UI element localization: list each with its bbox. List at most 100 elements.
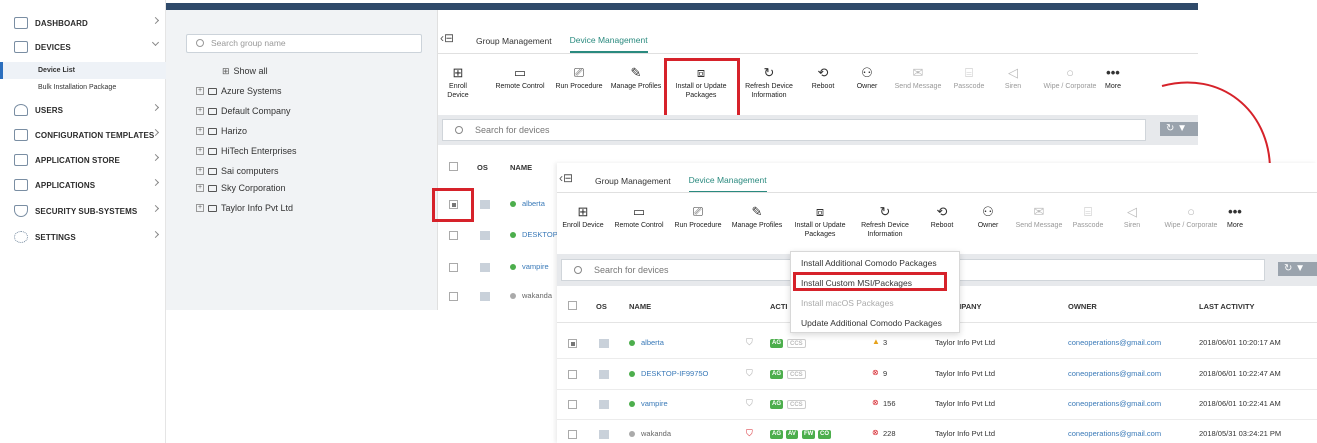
expand-icon[interactable]: + (196, 107, 204, 115)
more-button[interactable]: ••• More (1100, 66, 1126, 92)
tab-group-management[interactable]: Group Management (476, 36, 552, 52)
row-checkbox[interactable] (568, 339, 577, 348)
manage-profiles-button[interactable]: ✎ Manage Profiles (729, 205, 785, 231)
column-name[interactable]: NAME (629, 302, 651, 311)
column-actions[interactable]: ACTI (770, 302, 788, 311)
run-procedure-button[interactable]: ⎚ Run Procedure (671, 205, 725, 231)
remote-control-button[interactable]: ▭ Remote Control (492, 66, 548, 92)
expand-icon[interactable]: + (196, 87, 204, 95)
expand-icon[interactable]: + (196, 184, 204, 192)
send-message-button[interactable]: ✉ Send Message (893, 66, 943, 92)
owner-link[interactable]: coneoperations@gmail.com (1068, 399, 1161, 408)
enroll-device-button[interactable]: ⊞ Enroll Device (440, 66, 476, 100)
manage-profiles-button[interactable]: ✎ Manage Profiles (609, 66, 663, 92)
menu-item-update-comodo[interactable]: Update Additional Comodo Packages (801, 318, 942, 328)
column-os[interactable]: OS (596, 302, 607, 311)
device-link[interactable]: vampire (641, 399, 668, 408)
device-link[interactable]: vampire (522, 262, 549, 271)
sidebar-item-users[interactable]: USERS (0, 99, 166, 121)
group-item[interactable]: + Sky Corporation (196, 180, 286, 196)
group-item[interactable]: + HiTech Enterprises (196, 143, 297, 159)
collapse-tree-icon[interactable]: ‹⊟ (440, 31, 454, 45)
column-os[interactable]: OS (477, 163, 488, 172)
refresh-filter-toolbar[interactable]: ↻ ▼ (1278, 262, 1317, 276)
row-checkbox[interactable] (568, 430, 577, 439)
select-all-checkbox[interactable] (568, 301, 577, 310)
enroll-device-button[interactable]: ⊞ Enroll Device (561, 205, 605, 231)
device-link[interactable]: alberta (522, 199, 545, 208)
select-all-checkbox[interactable] (449, 162, 458, 171)
show-all-groups[interactable]: ⊞ Show all (222, 63, 268, 79)
remote-control-button[interactable]: ▭ Remote Control (611, 205, 667, 231)
send-message-button[interactable]: ✉ Send Message (1012, 205, 1066, 231)
group-item[interactable]: + Harizo (196, 123, 247, 139)
expand-icon[interactable]: + (196, 204, 204, 212)
row-checkbox[interactable] (449, 263, 458, 272)
sidebar-subitem-device-list[interactable]: Device List (0, 62, 166, 79)
install-update-packages-button[interactable]: ⧈ Install or Update Packages (791, 205, 849, 239)
menu-item-install-macos[interactable]: Install macOS Packages (801, 298, 894, 308)
alert-count[interactable]: 3 (883, 338, 887, 347)
device-link[interactable]: DESKTOP-IF9975O (641, 369, 708, 378)
sidebar-item-application-store[interactable]: APPLICATION STORE (0, 149, 166, 171)
reboot-button[interactable]: ⟲ Reboot (808, 66, 838, 92)
alert-count[interactable]: 228 (883, 429, 896, 438)
reboot-button[interactable]: ⟲ Reboot (927, 205, 957, 231)
device-search-input[interactable]: Search for devices (442, 119, 1146, 141)
sidebar-item-configuration-templates[interactable]: CONFIGURATION TEMPLATES (0, 124, 166, 146)
siren-button[interactable]: ◁ Siren (1117, 205, 1147, 231)
device-link[interactable]: wakanda (522, 291, 552, 300)
sidebar-item-applications[interactable]: APPLICATIONS (0, 174, 166, 196)
sidebar-item-dashboard[interactable]: DASHBOARD (0, 12, 166, 34)
alert-count[interactable]: 156 (883, 399, 896, 408)
more-icon: ••• (1228, 204, 1242, 219)
sidebar-item-devices[interactable]: DEVICES (0, 36, 166, 58)
siren-button[interactable]: ◁ Siren (998, 66, 1028, 92)
expand-icon[interactable]: + (196, 167, 204, 175)
gear-icon (14, 231, 28, 243)
expand-icon[interactable]: + (196, 147, 204, 155)
tab-group-management[interactable]: Group Management (595, 176, 671, 192)
wipe-corporate-button[interactable]: ○ Wipe / Corporate (1160, 205, 1222, 231)
row-checkbox[interactable] (568, 370, 577, 379)
column-last-activity[interactable]: LAST ACTIVITY (1199, 302, 1255, 311)
refresh-device-info-button[interactable]: ↻ Refresh Device Information (858, 205, 912, 239)
button-label: Refresh Device Information (745, 83, 793, 99)
group-item[interactable]: + Azure Systems (196, 83, 282, 99)
wipe-corporate-button[interactable]: ○ Wipe / Corporate (1040, 66, 1100, 92)
sidebar-item-settings[interactable]: SETTINGS (0, 226, 166, 248)
tab-device-management[interactable]: Device Management (569, 35, 648, 53)
alert-count[interactable]: 9 (883, 369, 887, 378)
sidebar-item-security-sub-systems[interactable]: SECURITY SUB-SYSTEMS (0, 200, 166, 222)
owner-link[interactable]: coneoperations@gmail.com (1068, 338, 1161, 347)
more-button[interactable]: ••• More (1222, 205, 1248, 231)
device-link[interactable]: wakanda (641, 429, 671, 438)
group-icon (208, 107, 217, 115)
owner-link[interactable]: coneoperations@gmail.com (1068, 429, 1161, 438)
tab-device-management[interactable]: Device Management (688, 175, 767, 193)
windows-icon (480, 263, 490, 272)
sidebar-subitem-bulk-installation[interactable]: Bulk Installation Package (0, 79, 166, 96)
row-checkbox[interactable] (449, 292, 458, 301)
refresh-icon: ↻ (763, 65, 775, 80)
group-item[interactable]: + Default Company (196, 103, 291, 119)
collapse-tree-icon[interactable]: ‹⊟ (559, 171, 573, 185)
device-link[interactable]: DESKTOP- (522, 230, 560, 239)
passcode-button[interactable]: ⌸ Passcode (1068, 205, 1108, 231)
group-item[interactable]: + Sai computers (196, 163, 279, 179)
column-owner[interactable]: OWNER (1068, 302, 1097, 311)
menu-item-install-comodo[interactable]: Install Additional Comodo Packages (801, 258, 937, 268)
expand-icon[interactable]: + (196, 127, 204, 135)
owner-link[interactable]: coneoperations@gmail.com (1068, 369, 1161, 378)
row-checkbox[interactable] (449, 231, 458, 240)
refresh-device-info-button[interactable]: ↻ Refresh Device Information (744, 66, 794, 100)
owner-button[interactable]: ⚇ Owner (973, 205, 1003, 231)
group-search-input[interactable]: Search group name (186, 34, 422, 53)
passcode-button[interactable]: ⌸ Passcode (949, 66, 989, 92)
owner-button[interactable]: ⚇ Owner (852, 66, 882, 92)
device-link[interactable]: alberta (641, 338, 664, 347)
row-checkbox[interactable] (568, 400, 577, 409)
column-name[interactable]: NAME (510, 163, 532, 172)
group-item[interactable]: + Taylor Info Pvt Ltd (196, 200, 293, 216)
run-procedure-button[interactable]: ⎚ Run Procedure (553, 66, 605, 92)
